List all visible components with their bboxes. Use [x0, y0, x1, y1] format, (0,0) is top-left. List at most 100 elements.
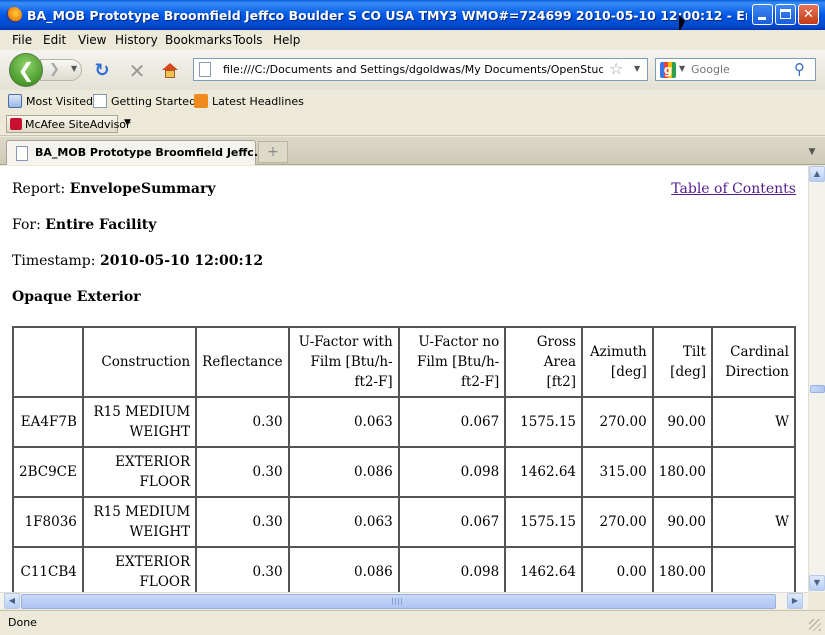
- table-row: 1F8036 R15 MEDIUM WEIGHT 0.30 0.063 0.06…: [13, 497, 795, 547]
- tab-list-dropdown-icon[interactable]: ▼: [803, 141, 821, 163]
- for-label: For:: [12, 217, 41, 233]
- url-text[interactable]: file:///C:/Documents and Settings/dgoldw…: [223, 63, 603, 76]
- menu-help[interactable]: Help: [273, 33, 300, 47]
- navigation-toolbar: ❯ ▼ ❮ ↻ ✕ file:///C:/Documents and Setti…: [0, 50, 825, 90]
- menu-history[interactable]: History: [115, 33, 158, 47]
- close-window-button[interactable]: ✕: [798, 4, 819, 25]
- stop-icon[interactable]: ✕: [127, 61, 147, 81]
- column-header: [13, 327, 83, 397]
- table-cell: 0.067: [398, 397, 506, 447]
- table-of-contents-link[interactable]: Table of Contents: [671, 181, 796, 197]
- column-header: Azimuth [deg]: [582, 327, 653, 397]
- table-cell: [711, 547, 795, 592]
- grip-icon: [392, 598, 402, 605]
- timestamp-line: Timestamp: 2010-05-10 12:00:12: [12, 253, 263, 269]
- scroll-up-icon[interactable]: ▲: [809, 166, 825, 182]
- forward-button[interactable]: ❯ ▼: [40, 59, 82, 81]
- menu-view[interactable]: View: [78, 33, 106, 47]
- table-cell: 0.00: [582, 547, 653, 592]
- table-cell: R15 MEDIUM WEIGHT: [82, 397, 197, 447]
- window-title-bar[interactable]: BA_MOB Prototype Broomfield Jeffco Bould…: [0, 0, 825, 30]
- table-cell: EXTERIOR FLOOR: [82, 547, 197, 592]
- scroll-left-icon[interactable]: ◀: [4, 593, 20, 609]
- report-label: Report:: [12, 181, 66, 197]
- table-cell: 0.063: [288, 497, 399, 547]
- table-header-row: Construction Reflectance U-Factor with F…: [13, 327, 795, 397]
- tab-label: BA_MOB Prototype Broomfield Jeffc...: [35, 146, 267, 159]
- for-line: For: Entire Facility: [12, 217, 156, 233]
- search-input[interactable]: [691, 61, 791, 78]
- history-dropdown-icon[interactable]: ▼: [71, 64, 77, 73]
- mcafee-dropdown-icon[interactable]: ▼: [124, 118, 131, 128]
- bookmark-label: Getting Started: [111, 95, 197, 108]
- reload-icon[interactable]: ↻: [92, 61, 112, 81]
- back-arrow-icon: ❮: [17, 58, 35, 82]
- table-cell: 90.00: [652, 397, 712, 447]
- column-header: Reflectance: [196, 327, 289, 397]
- column-header: Construction: [82, 327, 197, 397]
- column-header: U-Factor no Film [Btu/h-ft2-F]: [398, 327, 506, 397]
- close-icon: ✕: [803, 7, 814, 22]
- table-cell: 180.00: [652, 447, 712, 497]
- search-icon[interactable]: ⚲: [794, 60, 805, 78]
- table-cell: 1575.15: [505, 397, 582, 447]
- table-cell: 0.098: [398, 547, 506, 592]
- table-row: C11CB4 EXTERIOR FLOOR 0.30 0.086 0.098 1…: [13, 547, 795, 592]
- report-line: Report: EnvelopeSummary: [12, 181, 215, 197]
- table-cell: 1462.64: [505, 447, 582, 497]
- horizontal-scrollbar[interactable]: ◀ ▶: [0, 592, 808, 609]
- table-cell: [711, 447, 795, 497]
- minimize-icon: [758, 17, 766, 20]
- page-icon: [199, 62, 211, 77]
- table-cell: 0.086: [288, 447, 399, 497]
- resize-grip-icon[interactable]: [809, 619, 821, 631]
- table-cell: 1575.15: [505, 497, 582, 547]
- table-cell: 0.30: [196, 497, 289, 547]
- search-bar[interactable]: g ▼ ⚲: [655, 58, 816, 81]
- horizontal-scroll-thumb[interactable]: [21, 594, 776, 609]
- status-bar: Done: [0, 610, 825, 635]
- menu-file[interactable]: File: [12, 33, 32, 47]
- forward-arrow-icon: ❯: [49, 62, 60, 77]
- back-button[interactable]: ❮: [9, 53, 43, 87]
- maximize-button[interactable]: [775, 4, 796, 25]
- bookmark-getting-started[interactable]: Getting Started: [93, 94, 196, 108]
- table-cell: 270.00: [582, 397, 653, 447]
- mcafee-siteadvisor-button[interactable]: McAfee SiteAdvisor: [6, 115, 131, 133]
- tab-strip: BA_MOB Prototype Broomfield Jeffc... + ▼: [0, 137, 825, 165]
- window-title: BA_MOB Prototype Broomfield Jeffco Bould…: [27, 8, 747, 23]
- menu-tools[interactable]: Tools: [233, 33, 263, 47]
- bookmark-star-icon[interactable]: ☆: [609, 59, 623, 78]
- bookmark-most-visited[interactable]: Most Visited: [8, 94, 93, 108]
- report-name: EnvelopeSummary: [69, 181, 216, 197]
- table-cell: 0.30: [196, 397, 289, 447]
- scroll-down-icon[interactable]: ▼: [809, 575, 825, 591]
- minimize-button[interactable]: [752, 4, 773, 25]
- address-bar[interactable]: file:///C:/Documents and Settings/dgoldw…: [193, 58, 648, 81]
- opaque-exterior-table: Construction Reflectance U-Factor with F…: [12, 326, 796, 592]
- table-cell: 1F8036: [13, 497, 83, 547]
- table-cell: 0.30: [196, 447, 289, 497]
- folder-icon: [8, 94, 22, 108]
- bookmark-latest-headlines[interactable]: Latest Headlines: [194, 94, 304, 108]
- new-tab-button[interactable]: +: [258, 141, 288, 163]
- scroll-right-icon[interactable]: ▶: [787, 593, 803, 609]
- table-cell: W: [711, 497, 795, 547]
- mcafee-icon: [10, 118, 22, 130]
- menu-bar: File Edit View History Bookmarks Tools H…: [0, 30, 825, 50]
- home-icon[interactable]: [160, 61, 180, 81]
- vertical-scroll-thumb[interactable]: [810, 385, 825, 393]
- mcafee-label: McAfee SiteAdvisor: [25, 118, 131, 131]
- vertical-scrollbar[interactable]: ▲ ▼: [808, 166, 825, 592]
- google-engine-icon[interactable]: g: [660, 62, 676, 78]
- menu-bookmarks[interactable]: Bookmarks: [165, 33, 232, 47]
- table-cell: 0.098: [398, 447, 506, 497]
- page-icon: [93, 94, 107, 108]
- tab-active[interactable]: BA_MOB Prototype Broomfield Jeffc...: [6, 140, 266, 165]
- page-icon: [16, 146, 28, 161]
- menu-edit[interactable]: Edit: [43, 33, 66, 47]
- table-cell: EA4F7B: [13, 397, 83, 447]
- url-dropdown-icon[interactable]: ▼: [634, 64, 640, 73]
- status-text: Done: [8, 616, 37, 629]
- engine-dropdown-icon[interactable]: ▼: [679, 64, 685, 73]
